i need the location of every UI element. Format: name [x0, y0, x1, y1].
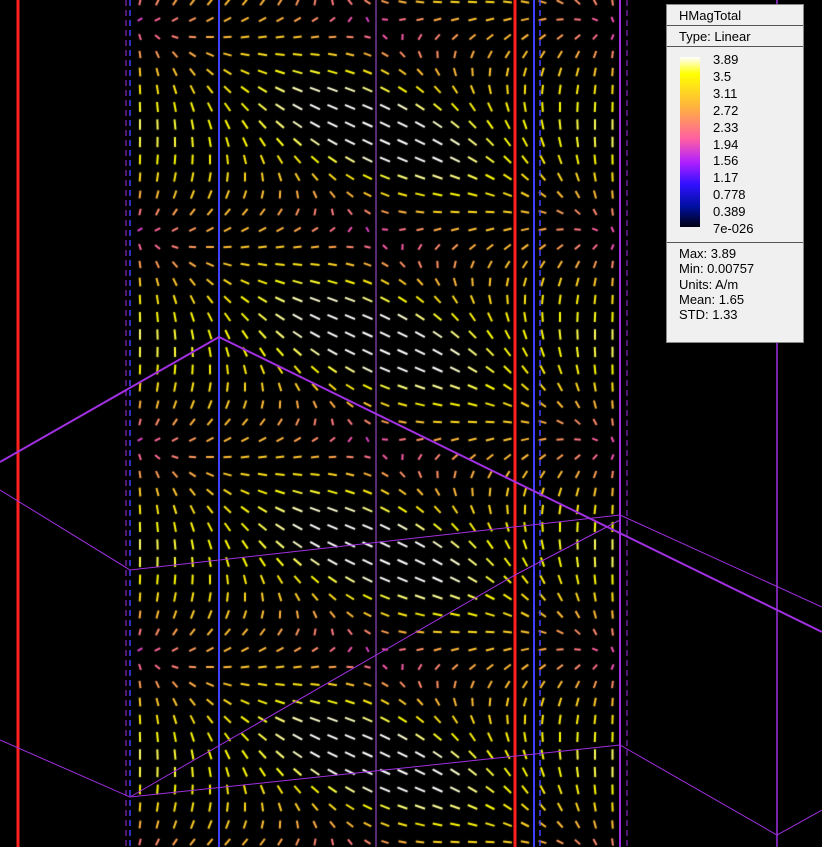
- legend-quantity: HMagTotal: [667, 5, 803, 26]
- scale-label: 1.17: [713, 170, 739, 186]
- stat-mean: Mean: 1.65: [679, 291, 745, 307]
- legend-scale-type: Type: Linear: [667, 26, 803, 47]
- purple-diagonal-line: [0, 335, 822, 633]
- scale-label: 0.778: [713, 187, 746, 203]
- scale-label: 1.56: [713, 153, 739, 169]
- color-bar: [680, 57, 700, 227]
- stat-std: STD: 1.33: [679, 307, 738, 323]
- scale-label: 0.389: [713, 204, 746, 220]
- color-legend[interactable]: HMagTotal Type: Linear 3.89 3.5 3.11 2.7…: [666, 4, 804, 343]
- stat-units: Units: A/m: [679, 276, 739, 292]
- legend-color-scale: 3.89 3.5 3.11 2.72 2.33 1.94 1.56 1.17 0…: [667, 47, 803, 243]
- stat-min: Min: 0.00757: [679, 261, 755, 277]
- scale-label: 3.11: [713, 85, 738, 101]
- scale-labels: 3.89 3.5 3.11 2.72 2.33 1.94 1.56 1.17 0…: [713, 52, 753, 238]
- scale-label: 3.89: [713, 52, 739, 67]
- stat-max: Max: 3.89: [679, 246, 737, 261]
- field-plot-viewport[interactable]: HMagTotal Type: Linear 3.89 3.5 3.11 2.7…: [0, 0, 822, 847]
- legend-statistics: Max: 3.89 Min: 0.00757 Units: A/m Mean: …: [667, 243, 803, 322]
- scale-label: 2.33: [713, 119, 739, 135]
- scale-label: 1.94: [713, 136, 739, 152]
- scale-label: 7e-026: [713, 221, 754, 237]
- scale-label: 2.72: [713, 102, 739, 118]
- purple-diagonal-line: [0, 489, 822, 608]
- scale-label: 3.5: [713, 68, 732, 84]
- purple-diagonal-line: [0, 739, 822, 836]
